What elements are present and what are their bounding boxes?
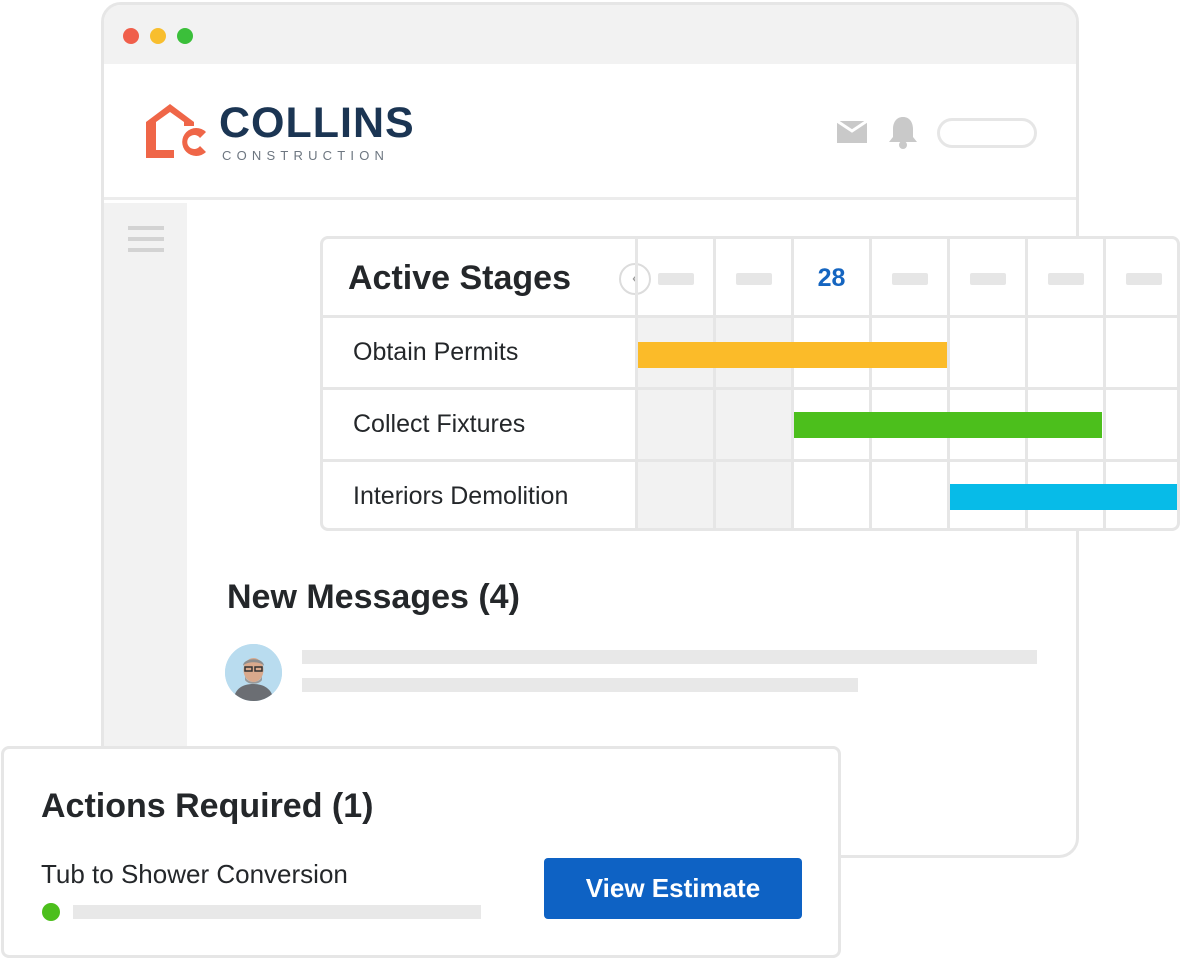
bell-icon[interactable]	[887, 115, 919, 149]
window-titlebar	[104, 5, 1076, 64]
close-window-dot[interactable]	[123, 28, 139, 44]
mail-icon[interactable]	[835, 119, 869, 145]
gantt-title: Active Stages	[348, 259, 571, 297]
day-header	[950, 239, 1025, 318]
grid-row-divider	[635, 387, 1177, 390]
message-preview-line	[302, 650, 1037, 664]
app-header: COLLINS CONSTRUCTION	[104, 64, 1076, 200]
avatar[interactable]	[225, 644, 282, 701]
day-header-current: 28	[794, 239, 869, 318]
actions-title: Actions Required (1)	[41, 787, 374, 825]
minimize-window-dot[interactable]	[150, 28, 166, 44]
stage-bar-collect-fixtures[interactable]	[794, 412, 1102, 438]
stage-label-collect-fixtures[interactable]: Collect Fixtures	[323, 387, 635, 459]
status-dot	[42, 903, 60, 921]
stage-label-obtain-permits[interactable]: Obtain Permits	[323, 315, 635, 387]
action-progress-placeholder	[73, 905, 481, 919]
actions-required-panel: Actions Required (1) Tub to Shower Conve…	[1, 746, 841, 958]
day-header	[872, 239, 947, 318]
message-preview-line	[302, 678, 858, 692]
brand-subtitle: CONSTRUCTION	[222, 148, 390, 163]
day-header	[638, 239, 713, 318]
hamburger-menu-icon[interactable]	[128, 226, 164, 256]
day-header	[1028, 239, 1103, 318]
search-pill[interactable]	[937, 118, 1037, 148]
person-avatar-icon	[225, 644, 282, 701]
stage-bar-obtain-permits[interactable]	[638, 342, 947, 368]
grid-row-divider	[635, 459, 1177, 462]
maximize-window-dot[interactable]	[177, 28, 193, 44]
logo-house-icon	[146, 104, 206, 158]
stage-bar-interiors-demolition[interactable]	[950, 484, 1177, 510]
day-header	[1106, 239, 1177, 318]
current-day-number: 28	[817, 264, 846, 292]
messages-title: New Messages (4)	[227, 578, 520, 616]
day-header	[716, 239, 791, 318]
brand-name: COLLINS	[219, 99, 415, 147]
action-item-label: Tub to Shower Conversion	[41, 859, 348, 889]
stage-label-interiors-demolition[interactable]: Interiors Demolition	[323, 459, 635, 528]
view-estimate-button[interactable]: View Estimate	[544, 858, 802, 919]
active-stages-panel: Active Stages ‹ 28 Obtain Permits Collec…	[320, 236, 1180, 531]
